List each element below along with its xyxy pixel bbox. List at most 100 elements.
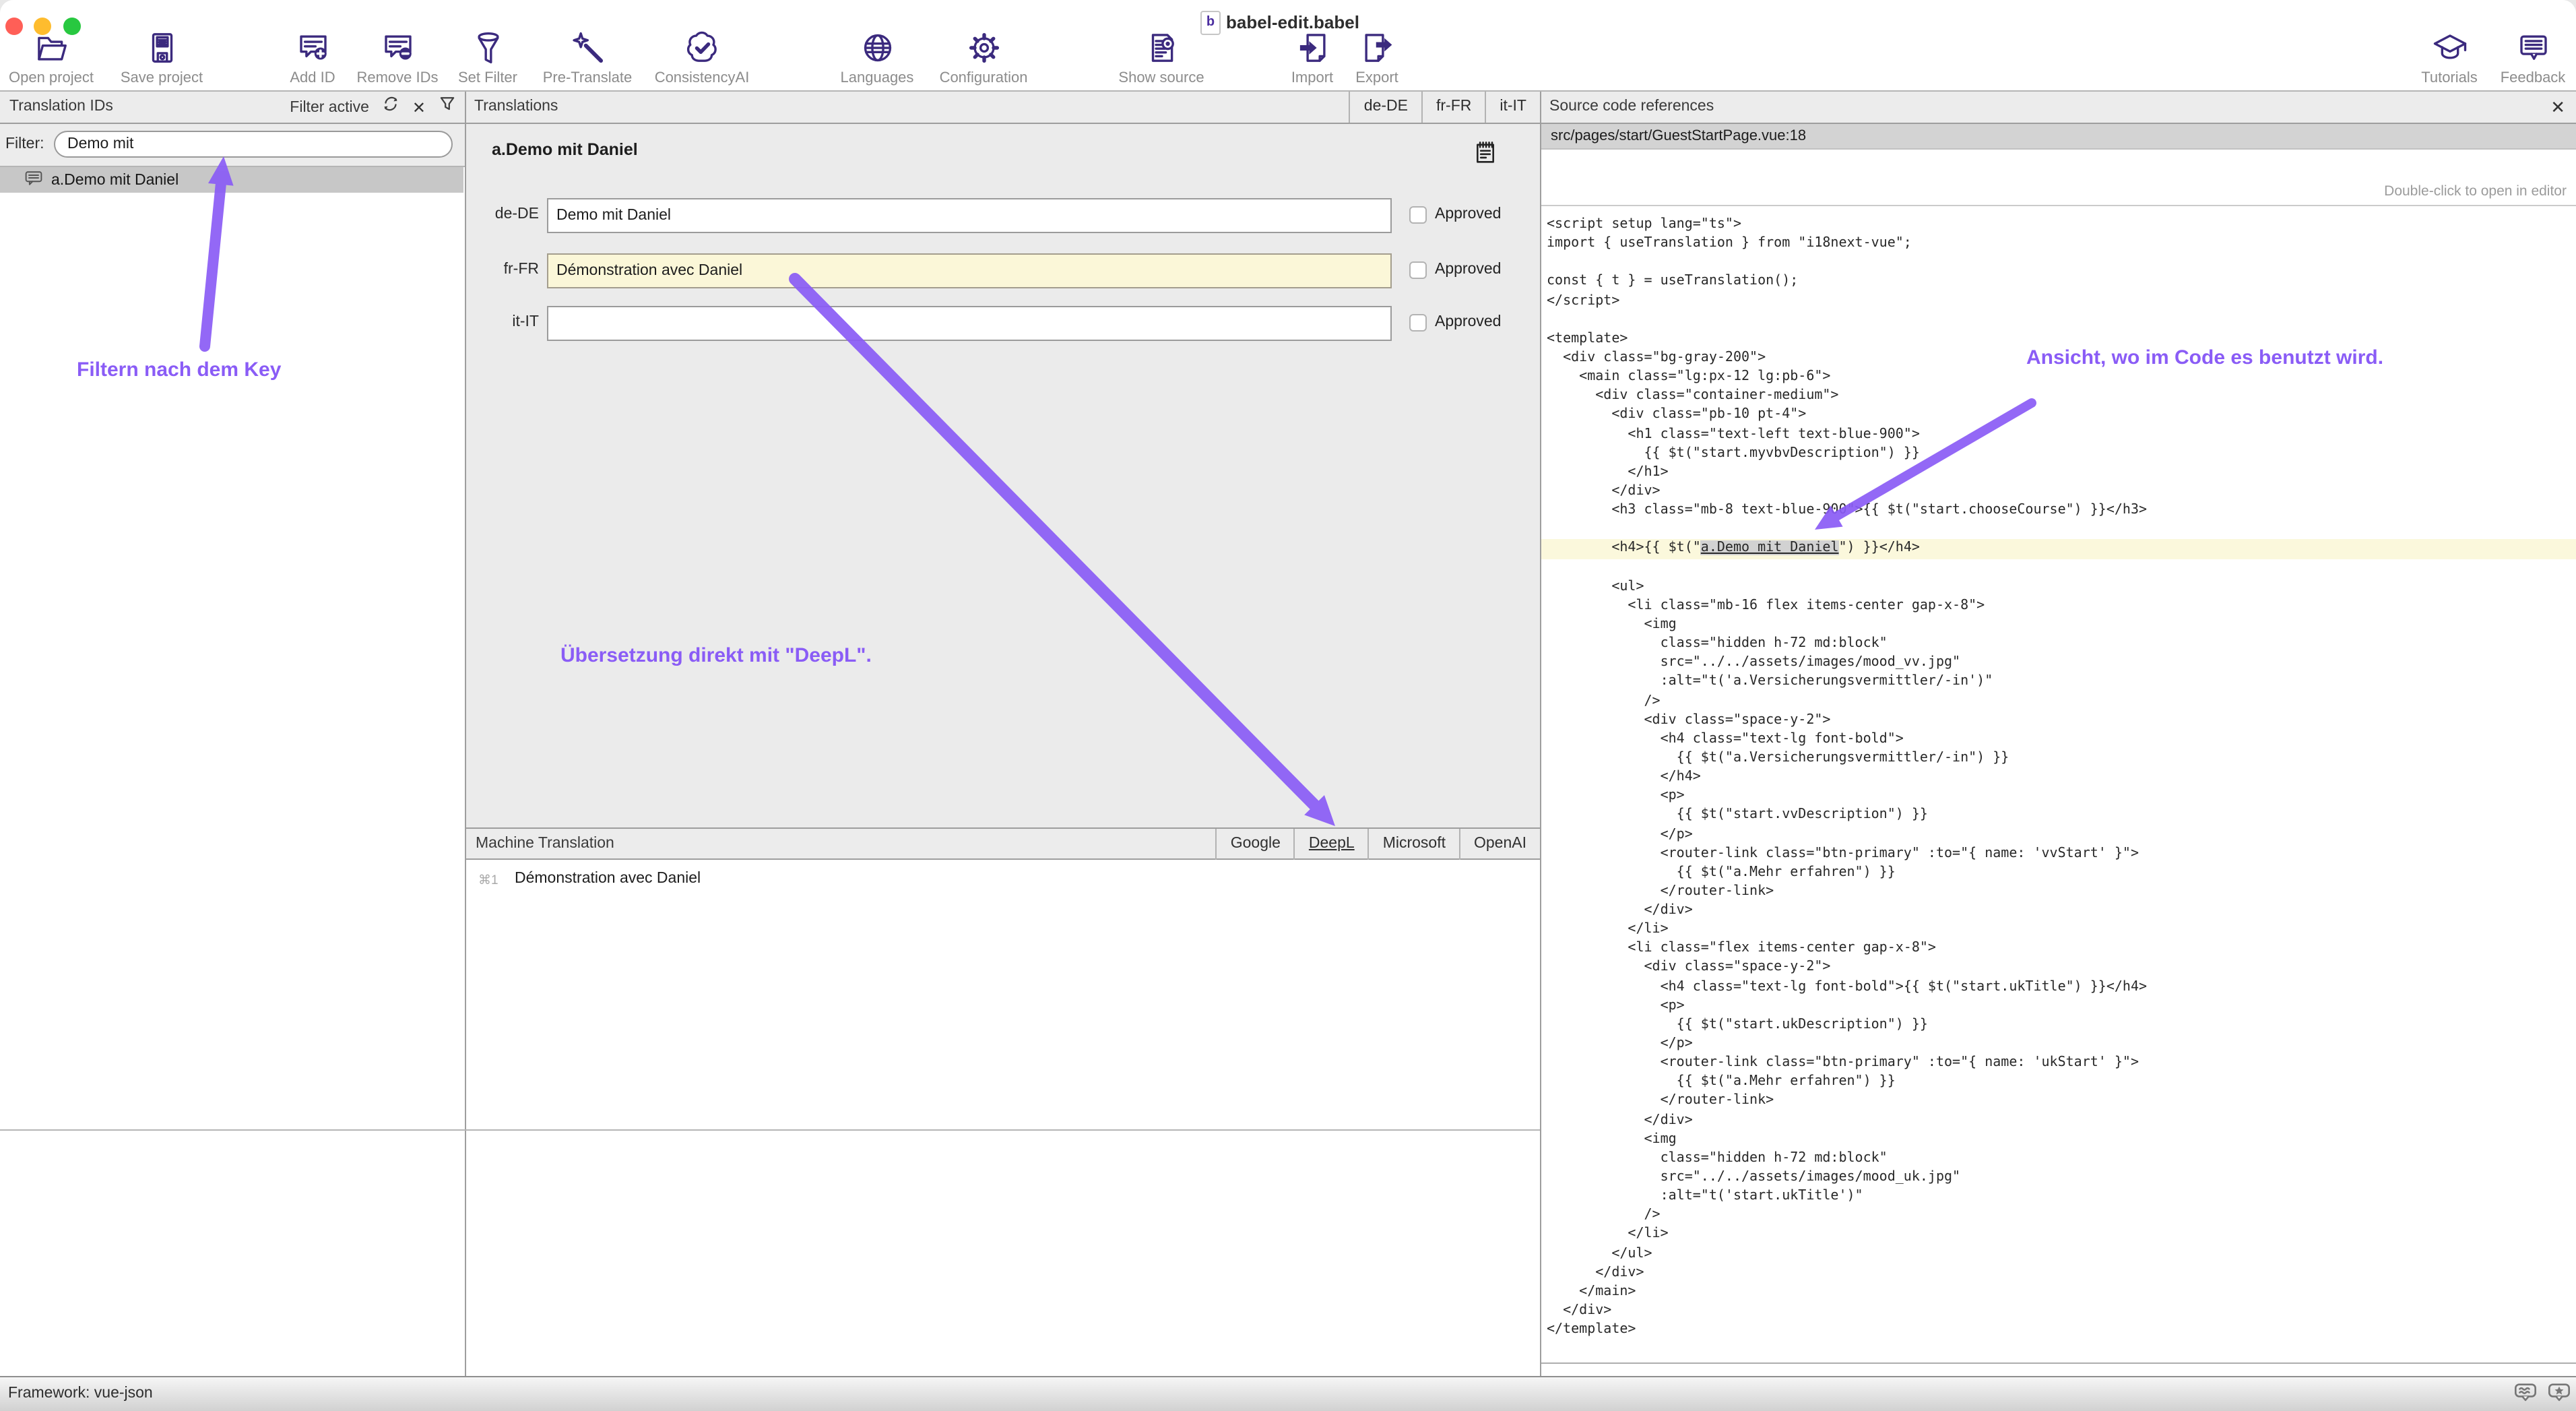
notes-icon[interactable] [1474, 140, 1497, 170]
code-line: <main class="lg:px-12 lg:pb-6"> [1541, 368, 2576, 387]
code-line: <li class="mb-16 flex items-center gap-x… [1541, 597, 2576, 616]
translation-id-item[interactable]: a.Demo mit Daniel [0, 167, 463, 193]
lang-tab-fr-fr[interactable]: fr-FR [1421, 92, 1485, 123]
toolbar-label: Configuration [922, 70, 1045, 86]
panel-divider[interactable] [465, 92, 466, 1376]
lang-tab-it-it[interactable]: it-IT [1485, 92, 1540, 123]
toolbar-button-open-project[interactable]: Open project [0, 30, 113, 86]
refresh-icon[interactable] [381, 94, 400, 120]
entry-title: a.Demo mit Daniel [492, 140, 638, 159]
pre-translate-icon [525, 30, 649, 66]
toolbar-label: ConsistencyAI [640, 70, 764, 86]
code-line: </div> [1541, 1302, 2576, 1321]
open-in-editor-hint: Double-click to open in editor [2384, 183, 2567, 199]
approved-label: Approved [1435, 206, 1501, 222]
divider [0, 1129, 1540, 1131]
divider [1541, 1362, 2576, 1364]
code-line: /> [1541, 1207, 2576, 1226]
translation-input-fr-fr[interactable] [547, 253, 1392, 288]
code-line: </div> [1541, 902, 2576, 920]
panel-divider[interactable] [1540, 92, 1541, 1376]
filter-input[interactable] [54, 131, 453, 158]
code-line: <h4 class="text-lg font-bold"> [1541, 730, 2576, 749]
mt-suggestion-row[interactable]: ⌘1Démonstration avec Daniel [466, 869, 1540, 893]
approved-checkbox-fr-fr[interactable] [1409, 261, 1427, 279]
configuration-icon [922, 30, 1045, 66]
code-line: </router-link> [1541, 1092, 2576, 1111]
status-translate-icon[interactable] [2514, 1383, 2537, 1410]
code-line: import { useTranslation } from "i18next-… [1541, 234, 2576, 253]
code-line: <h3 class="mb-8 text-blue-900">{{ $t("st… [1541, 501, 2576, 520]
toolbar-button-consistencyai[interactable]: ConsistencyAI [640, 30, 764, 86]
code-line [1541, 521, 2576, 540]
filter-funnel-icon[interactable] [438, 94, 457, 120]
code-line: </li> [1541, 920, 2576, 939]
toolbar-label: Open project [0, 70, 113, 86]
toolbar-button-languages[interactable]: Languages [815, 30, 939, 86]
code-line: </main> [1541, 1283, 2576, 1302]
code-line: <div class="space-y-2"> [1541, 711, 2576, 730]
mt-tab-google[interactable]: Google [1216, 829, 1294, 860]
divider [1541, 205, 2576, 206]
code-line [1541, 559, 2576, 577]
lang-tab-de-de[interactable]: de-DE [1349, 92, 1421, 123]
code-line: <div class="container-medium"> [1541, 387, 2576, 406]
open-project-icon [0, 30, 113, 66]
filter-label: Filter: [5, 136, 44, 152]
toolbar-button-save-project[interactable]: Save project [100, 30, 224, 86]
code-line: src="../../assets/images/mood_vv.jpg" [1541, 654, 2576, 672]
toolbar-button-show-source[interactable]: Show source [1099, 30, 1223, 86]
mt-tab-microsoft[interactable]: Microsoft [1368, 829, 1459, 860]
code-line: <img [1541, 616, 2576, 635]
code-line: src="../../assets/images/mood_uk.jpg" [1541, 1168, 2576, 1187]
code-line: <ul> [1541, 577, 2576, 596]
translation-input-de-de[interactable] [547, 198, 1392, 233]
close-panel-icon[interactable]: ✕ [2550, 97, 2565, 119]
toolbar-button-pre-translate[interactable]: Pre-Translate [525, 30, 649, 86]
language-label-it-it: it-IT [469, 314, 539, 330]
source-file-path[interactable]: src/pages/start/GuestStartPage.vue:18 [1541, 124, 2576, 150]
code-line: </script> [1541, 292, 2576, 311]
language-label-de-de: de-DE [469, 206, 539, 222]
code-line: <h1 class="text-left text-blue-900"> [1541, 425, 2576, 444]
toolbar-button-feedback[interactable]: Feedback [2471, 30, 2576, 86]
clear-filter-icon[interactable]: ✕ [412, 98, 426, 117]
source-code-view[interactable]: <script setup lang="ts">import { useTran… [1541, 216, 2576, 1340]
toolbar-button-export[interactable]: Export [1315, 30, 1439, 86]
code-line: {{ $t("a.Versicherungsvermittler/-in") }… [1541, 749, 2576, 768]
status-favorite-icon[interactable] [2548, 1383, 2571, 1410]
code-line: </router-link> [1541, 883, 2576, 902]
code-line: <router-link class="btn-primary" :to="{ … [1541, 844, 2576, 863]
code-line: {{ $t("a.Mehr erfahren") }} [1541, 864, 2576, 883]
export-icon [1315, 30, 1439, 66]
mt-tab-deepl[interactable]: DeepL [1294, 829, 1368, 860]
approved-checkbox-it-it[interactable] [1409, 314, 1427, 332]
code-line: </template> [1541, 1321, 2576, 1340]
toolbar-label: Feedback [2471, 70, 2576, 86]
toolbar-button-configuration[interactable]: Configuration [922, 30, 1045, 86]
code-line: /> [1541, 692, 2576, 711]
code-line: <div class="pb-10 pt-4"> [1541, 406, 2576, 425]
code-line: class="hidden h-72 md:block" [1541, 1150, 2576, 1168]
languages-icon [815, 30, 939, 66]
machine-translation-title: Machine Translation [476, 836, 614, 852]
translation-ids-header: Translation IDs Filter active ✕ [0, 92, 465, 124]
comment-bubble-icon [24, 168, 51, 191]
source-references-title: Source code references [1549, 98, 1714, 115]
code-line: </p> [1541, 825, 2576, 844]
code-line: </p> [1541, 1035, 2576, 1054]
approved-checkbox-de-de[interactable] [1409, 206, 1427, 224]
translations-title: Translations [474, 98, 558, 115]
translation-input-it-it[interactable] [547, 306, 1392, 341]
code-line: {{ $t("start.myvbvDescription") }} [1541, 444, 2576, 463]
highlighted-translation-key[interactable]: a.Demo mit Daniel [1701, 541, 1839, 556]
code-line-highlighted: <h4>{{ $t("a.Demo mit Daniel") }}</h4> [1541, 540, 2576, 559]
code-line: <div class="space-y-2"> [1541, 959, 2576, 978]
mt-tab-openai[interactable]: OpenAI [1459, 829, 1540, 860]
toolbar-label: Save project [100, 70, 224, 86]
annotation-source: Ansicht, wo im Code es benutzt wird. [2026, 346, 2383, 369]
toolbar-label: Pre-Translate [525, 70, 649, 86]
show-source-icon [1099, 30, 1223, 66]
code-line: <li class="flex items-center gap-x-8"> [1541, 940, 2576, 959]
code-line [1541, 254, 2576, 273]
